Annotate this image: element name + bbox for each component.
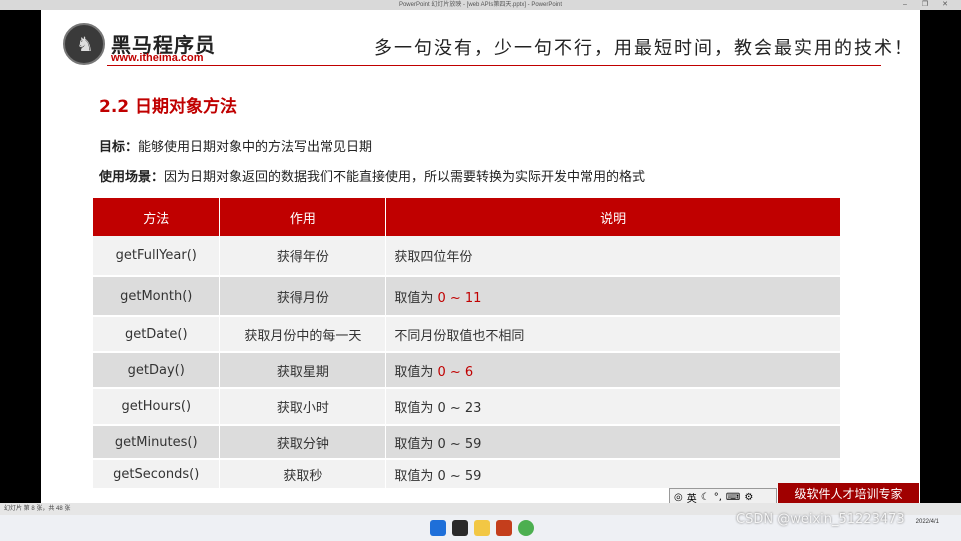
method-cell: getFullYear() [93,236,221,277]
desc-cell: 取值为 0 ~ 23 [385,388,841,426]
purpose-cell: 获得月份 [219,276,387,317]
desc-cell: 获取四位年份 [385,236,841,277]
desc-cell: 不同月份取值也不相同 [385,316,841,353]
table-row: getMonth() 获得月份 取值为 0 ~ 11 [93,276,841,317]
chrome-icon[interactable] [518,520,534,536]
scene-label: 使用场景： [99,170,165,185]
goal-text: 能够使用日期对象中的方法写出常见日期 [138,140,373,155]
desc-cell: 取值为 0 ~ 59 [385,425,841,460]
start-icon[interactable] [430,520,446,536]
goal-line: 目标：能够使用日期对象中的方法写出常见日期 [99,136,372,155]
purpose-cell: 获取分钟 [219,425,387,460]
desc-cell: 取值为 0 ~ 6 [385,352,841,389]
moon-icon[interactable]: ☾ [701,492,710,503]
letterbox-right [920,10,961,503]
desc-cell: 取值为 0 ~ 59 [385,459,841,490]
col-header-desc: 说明 [385,198,841,236]
powerpoint-icon[interactable] [496,520,512,536]
table-row: getDate() 获取月份中的每一天 不同月份取值也不相同 [93,316,841,353]
table-row: getSeconds() 获取秒 取值为 0 ~ 59 [93,459,841,490]
letterbox-left [0,10,41,503]
method-cell: getHours() [93,388,221,426]
goal-label: 目标： [99,140,139,155]
brand-url: www.itheima.com [111,52,204,64]
slogan: 多一句没有，少一句不行，用最短时间，教会最实用的技术！ [374,38,914,59]
close-icon[interactable]: ✕ [937,0,953,10]
purpose-cell: 获取小时 [219,388,387,426]
logo-icon: ♞ [63,23,105,65]
scene-line: 使用场景：因为日期对象返回的数据我们不能直接使用，所以需要转换为实际开发中常用的… [99,166,645,185]
purpose-cell: 获取星期 [219,352,387,389]
task-view-icon[interactable] [452,520,468,536]
slide[interactable]: ♞ 黑马程序员 www.itheima.com 多一句没有，少一句不行，用最短时… [41,10,920,503]
method-cell: getDate() [93,316,221,353]
col-header-purpose: 作用 [219,198,387,236]
restore-icon[interactable]: ❐ [917,0,933,10]
purpose-cell: 获取秒 [219,459,387,490]
slide-info: 幻灯片 第 8 张，共 48 张 [4,506,71,512]
purpose-cell: 获得年份 [219,236,387,277]
ime-logo-icon[interactable]: ◎ [674,492,683,503]
table-row: getDay() 获取星期 取值为 0 ~ 6 [93,352,841,389]
window-titlebar: PowerPoint 幻灯片放映 - [web APIs第四天.pptx] - … [0,0,961,10]
method-cell: getMonth() [93,276,221,317]
gear-icon[interactable]: ⚙ [744,492,753,503]
method-cell: getSeconds() [93,459,221,490]
table-row: getMinutes() 获取分钟 取值为 0 ~ 59 [93,425,841,460]
table-row: getHours() 获取小时 取值为 0 ~ 23 [93,388,841,426]
desc-cell: 取值为 0 ~ 11 [385,276,841,317]
col-header-method: 方法 [93,198,221,236]
date-methods-table: 方法 作用 说明 getFullYear() 获得年份 获取四位年份 getMo… [93,198,841,490]
tray-date: 2022/4/1 [915,519,939,525]
minimize-icon[interactable]: – [897,0,913,10]
section-title: 2.2 日期对象方法 [99,97,238,117]
file-explorer-icon[interactable] [474,520,490,536]
watermark: CSDN @weixin_51223473 [736,512,905,527]
punct-icon[interactable]: °, [714,492,722,503]
banner-text: 级软件人才培训专家 [778,483,919,503]
purpose-cell: 获取月份中的每一天 [219,316,387,353]
method-cell: getDay() [93,352,221,389]
keyboard-icon[interactable]: ⌨ [726,492,740,503]
scene-text: 因为日期对象返回的数据我们不能直接使用，所以需要转换为实际开发中常用的格式 [164,170,646,185]
window-title: PowerPoint 幻灯片放映 - [web APIs第四天.pptx] - … [398,2,563,8]
table-row: getFullYear() 获得年份 获取四位年份 [93,236,841,277]
method-cell: getMinutes() [93,425,221,460]
header-divider [107,65,881,66]
